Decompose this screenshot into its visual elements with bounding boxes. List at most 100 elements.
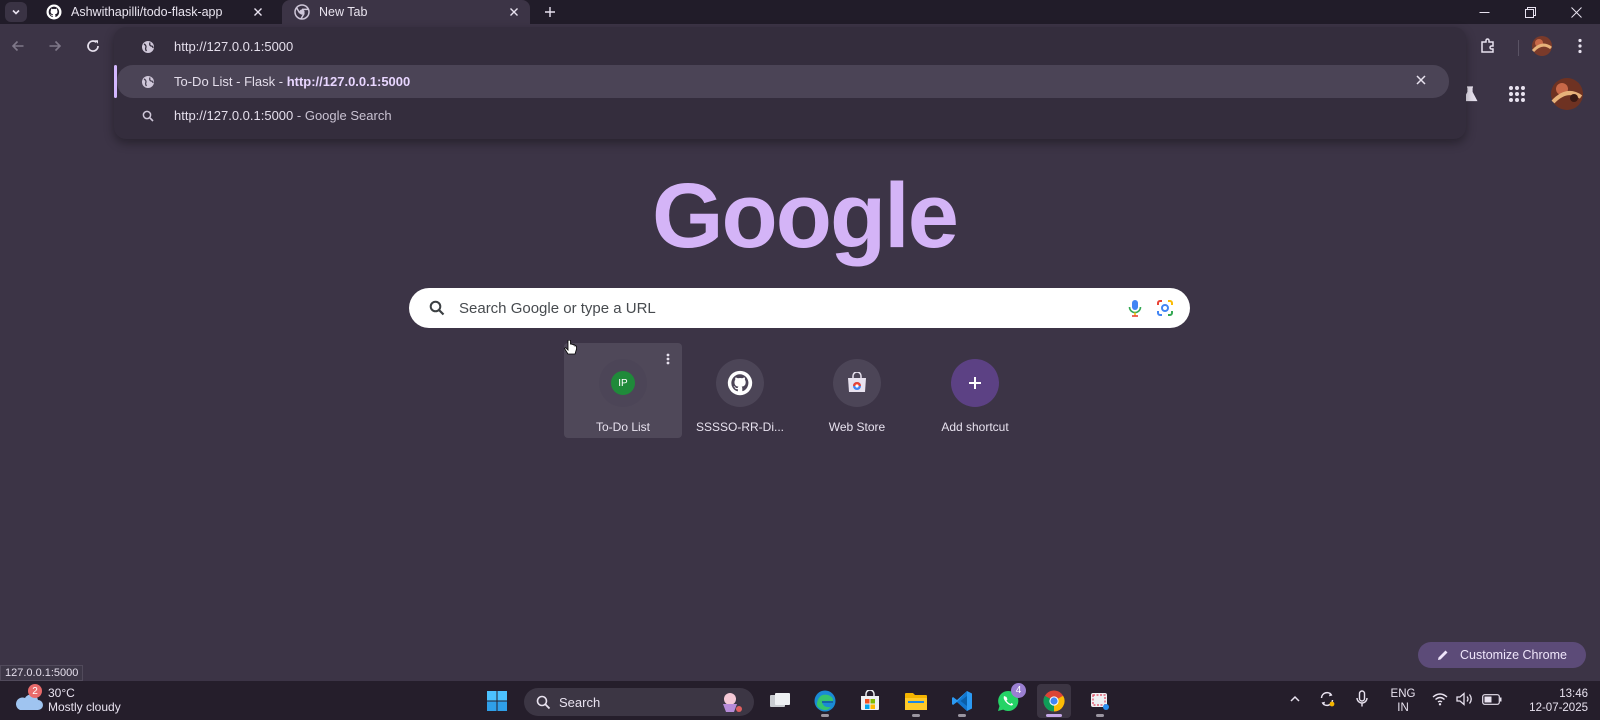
taskbar-app-chrome[interactable] [1037, 684, 1071, 718]
sync-icon[interactable] [1318, 690, 1336, 708]
tab-search-button[interactable] [5, 2, 27, 22]
profile-avatar[interactable] [1530, 34, 1554, 58]
tab-new-tab[interactable]: New Tab [282, 0, 530, 24]
tab-github[interactable]: Ashwithapilli/todo-flask-app [34, 0, 274, 24]
suggestion-url: http://127.0.0.1:5000 [286, 74, 411, 89]
status-bubble: 127.0.0.1:5000 [0, 665, 84, 681]
running-indicator [912, 714, 920, 717]
reload-button[interactable] [81, 34, 105, 58]
snipping-tool-icon [1089, 690, 1111, 712]
forward-button[interactable] [43, 34, 67, 58]
google-account-avatar[interactable] [1550, 77, 1584, 111]
region-code: IN [1397, 702, 1409, 714]
globe-icon [140, 39, 156, 55]
web-store-icon [845, 372, 869, 394]
taskbar-app-whatsapp[interactable]: 4 [991, 683, 1026, 718]
language-code: ENG [1390, 688, 1416, 700]
shortcut-icon-circle [951, 359, 999, 407]
suggestion-suffix: - Google Search [293, 108, 392, 123]
shortcut-todo-list[interactable]: IP To-Do List [564, 343, 682, 438]
globe-icon [140, 74, 156, 90]
start-button[interactable] [480, 684, 514, 718]
tab-title: New Tab [319, 5, 368, 19]
taskbar-app-file-explorer[interactable] [899, 684, 933, 718]
shortcut-icon-circle: IP [599, 359, 647, 407]
weather-widget-icon[interactable]: 2 [14, 684, 44, 714]
omnibox-dropdown: http://127.0.0.1:5000 To-Do List - Flask… [114, 27, 1466, 139]
vscode-icon [951, 690, 973, 712]
extensions-button[interactable] [1476, 34, 1500, 58]
weather-condition: Mostly cloudy [48, 700, 121, 714]
shortcut-github[interactable]: SSSSO-RR-Di... [681, 343, 799, 438]
omnibox-input[interactable]: http://127.0.0.1:5000 [174, 39, 293, 54]
back-button[interactable] [6, 34, 30, 58]
omnibox-suggestion-search[interactable]: http://127.0.0.1:5000 - Google Search [114, 99, 1466, 132]
taskbar-app-edge[interactable] [808, 684, 842, 718]
google-lens-icon[interactable] [1156, 299, 1174, 317]
minimize-button[interactable] [1462, 0, 1506, 24]
volume-icon[interactable] [1456, 692, 1474, 706]
close-window-button[interactable] [1554, 0, 1598, 24]
arrow-left-icon [10, 38, 26, 54]
shortcut-badge-text: IP [618, 377, 628, 389]
task-view-button[interactable] [763, 684, 797, 718]
shortcut-icon-circle [716, 359, 764, 407]
new-tab-button[interactable] [540, 2, 560, 22]
more-vertical-icon [1578, 38, 1582, 54]
clock-date: 12-07-2025 [1529, 702, 1588, 714]
notification-badge: 4 [1011, 683, 1026, 698]
wifi-icon[interactable] [1432, 692, 1448, 706]
task-view-icon [769, 692, 791, 710]
search-box[interactable] [409, 288, 1190, 328]
search-input[interactable] [459, 299, 1128, 317]
reload-icon [85, 38, 101, 54]
language-indicator[interactable]: ENG IN [1390, 687, 1416, 715]
windows-icon [486, 690, 508, 712]
plus-icon [967, 375, 983, 391]
restore-button[interactable] [1508, 0, 1552, 24]
hand-cursor-icon [564, 340, 578, 358]
apps-grid-icon [1508, 85, 1526, 103]
taskbar-app-vscode[interactable] [945, 684, 979, 718]
plus-icon [544, 6, 556, 18]
shortcut-add[interactable]: Add shortcut [916, 343, 1034, 438]
chrome-icon [1042, 689, 1066, 713]
pencil-icon [1436, 648, 1450, 662]
customize-chrome-button[interactable]: Customize Chrome [1418, 642, 1586, 668]
battery-icon[interactable] [1482, 694, 1502, 705]
taskbar-app-store[interactable] [853, 684, 887, 718]
search-highlight-icon [718, 690, 744, 714]
running-indicator [1046, 714, 1062, 717]
taskbar-search[interactable]: Search [524, 688, 754, 716]
weather-widget[interactable]: 30°C Mostly cloudy [48, 686, 121, 714]
clock-time: 13:46 [1559, 688, 1588, 700]
clock[interactable]: 13:46 12-07-2025 [1512, 687, 1588, 715]
remove-suggestion-button[interactable] [1415, 74, 1427, 86]
puzzle-icon [1479, 37, 1497, 55]
taskbar-app-snipping-tool[interactable] [1083, 684, 1117, 718]
edge-icon [813, 689, 837, 713]
search-icon [536, 695, 551, 710]
close-icon [1415, 74, 1427, 86]
show-hidden-icons-button[interactable] [1288, 692, 1302, 706]
close-icon[interactable] [250, 4, 266, 20]
close-icon[interactable] [506, 4, 522, 20]
google-logo: Google [652, 165, 959, 267]
close-icon [1570, 6, 1582, 18]
chevron-down-icon [11, 7, 21, 17]
toolbar-divider [1518, 40, 1519, 56]
ip-badge-icon: IP [611, 371, 635, 395]
omnibox-input-row[interactable]: http://127.0.0.1:5000 [114, 30, 1466, 63]
shortcut-label: Add shortcut [941, 420, 1009, 434]
weather-badge: 2 [28, 684, 42, 698]
google-apps-button[interactable] [1505, 82, 1529, 106]
chrome-menu-button[interactable] [1568, 34, 1592, 58]
microphone-icon[interactable] [1356, 690, 1368, 708]
voice-search-icon[interactable] [1128, 299, 1142, 317]
shortcut-web-store[interactable]: Web Store [798, 343, 916, 438]
more-vertical-icon[interactable] [662, 351, 674, 367]
omnibox-suggestion-history[interactable]: To-Do List - Flask - http://127.0.0.1:50… [114, 65, 1449, 98]
shortcut-label: SSSSO-RR-Di... [695, 420, 784, 434]
tab-title: Ashwithapilli/todo-flask-app [71, 5, 223, 19]
running-indicator [821, 714, 829, 717]
